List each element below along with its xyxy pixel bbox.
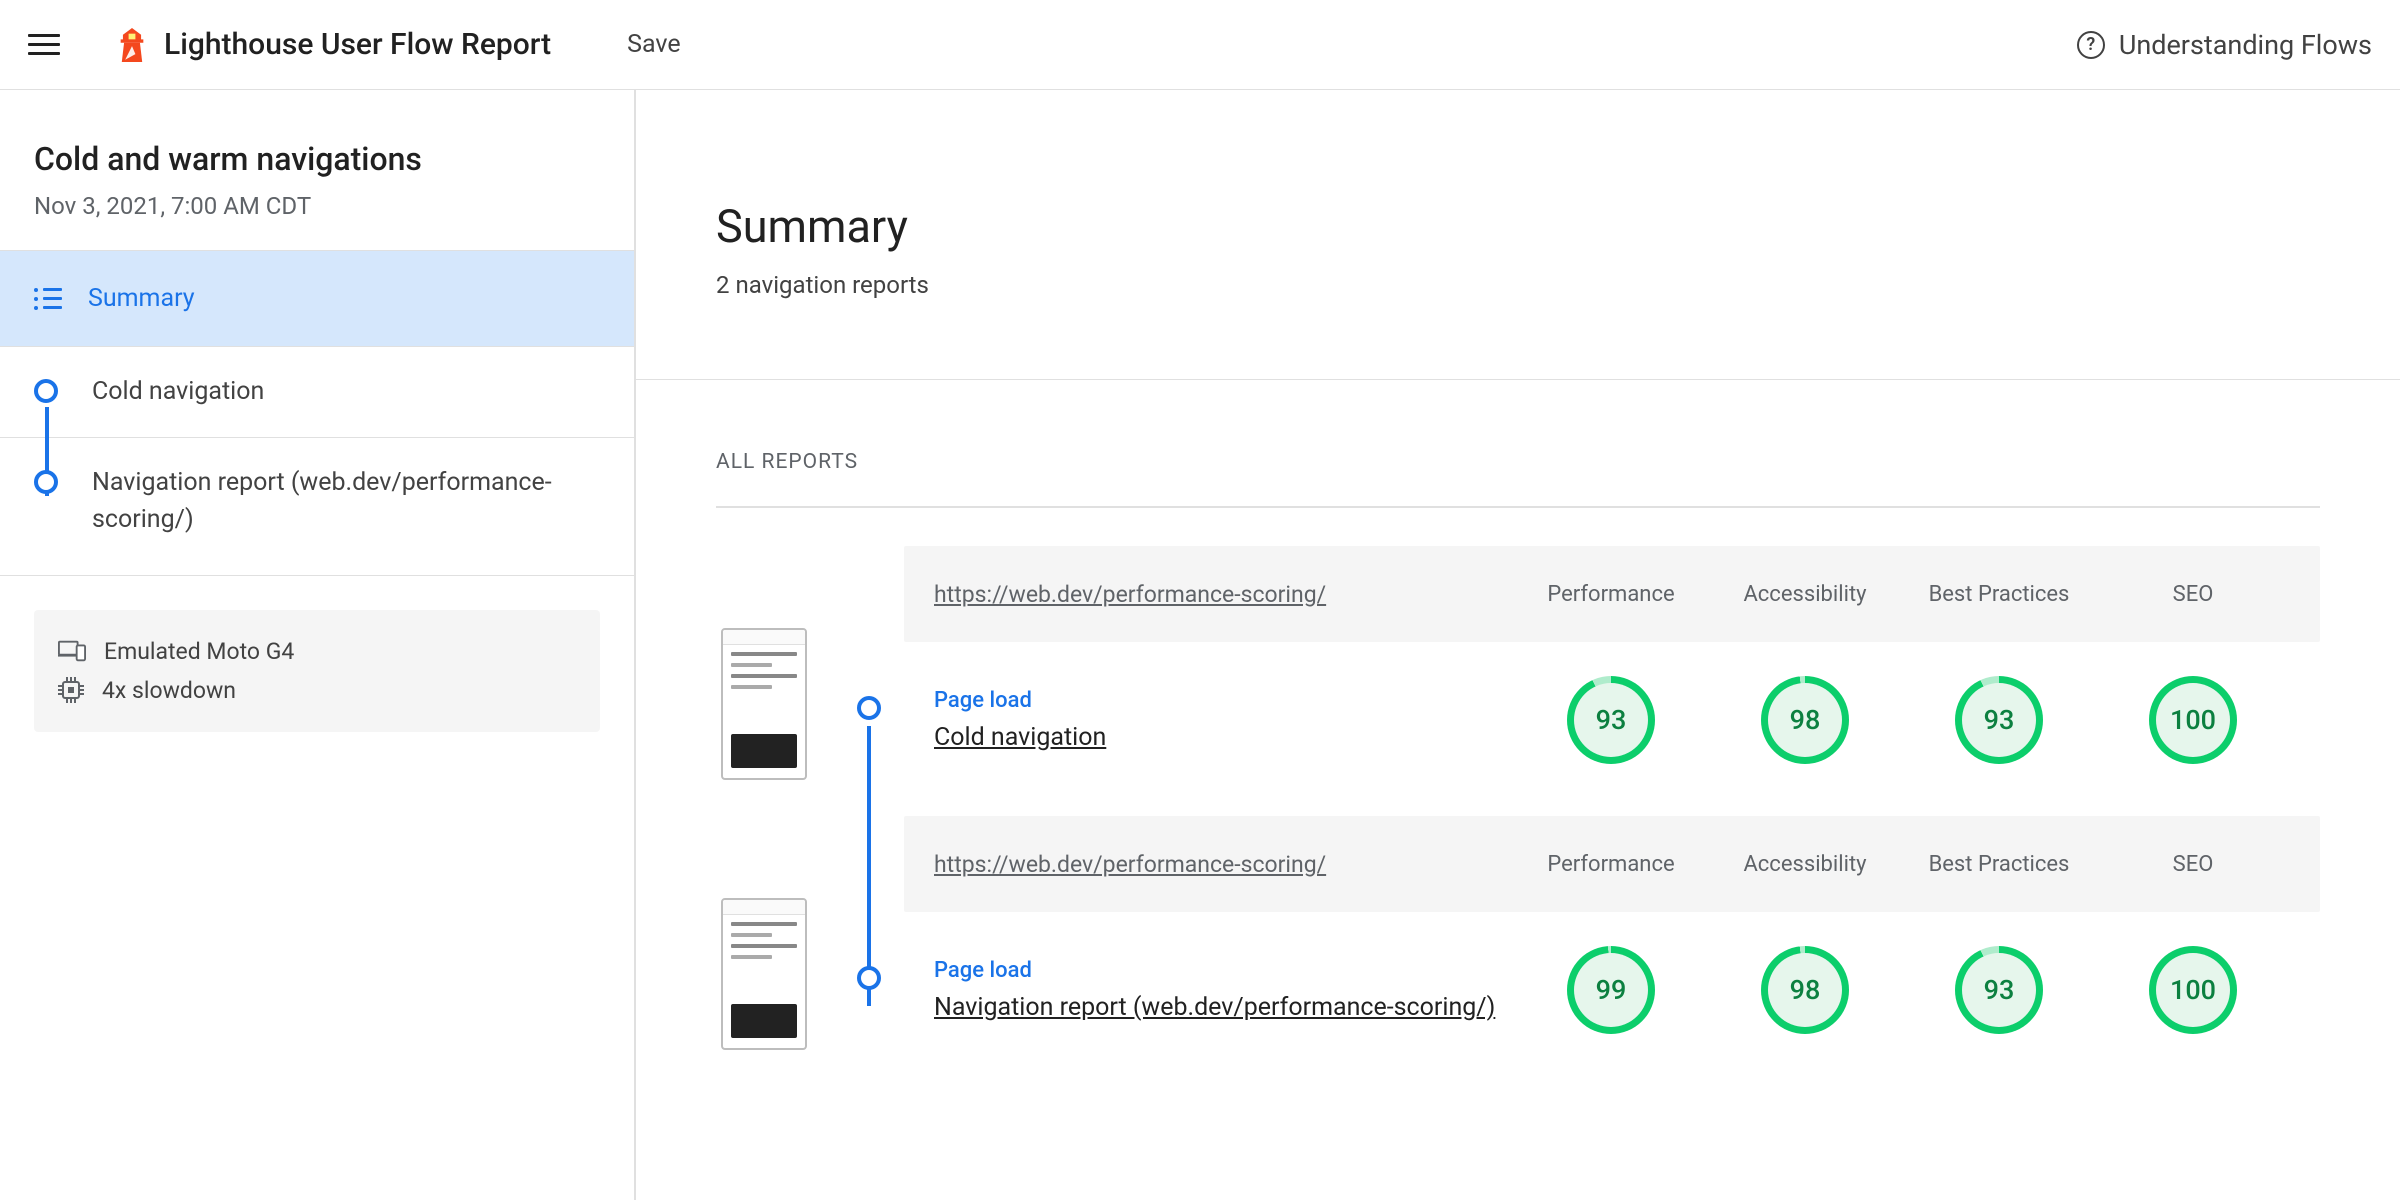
score-gauge[interactable]: 98 xyxy=(1761,676,1849,764)
score-gauge[interactable]: 99 xyxy=(1567,946,1655,1034)
score-gauge[interactable]: 98 xyxy=(1761,946,1849,1034)
sidebar-steps: Cold navigation Navigation report (web.d… xyxy=(0,347,634,576)
report-url-link[interactable]: https://web.dev/performance-scoring/ xyxy=(934,581,1514,608)
column-header-accessibility: Accessibility xyxy=(1708,582,1902,607)
topbar: Lighthouse User Flow Report Save ? Under… xyxy=(0,0,2400,90)
score-gauge[interactable]: 93 xyxy=(1567,676,1655,764)
app-logo-title: Lighthouse User Flow Report xyxy=(118,27,551,62)
report-url-link[interactable]: https://web.dev/performance-scoring/ xyxy=(934,851,1514,878)
report-data-row: Page load Cold navigation 93 98 93 100 xyxy=(904,642,2320,798)
step-marker-icon xyxy=(34,470,58,494)
main-header: Summary 2 navigation reports xyxy=(636,90,2400,379)
page-title: Summary xyxy=(716,200,2400,253)
score-gauge[interactable]: 93 xyxy=(1955,676,2043,764)
cpu-row: 4x slowdown xyxy=(58,671,576,710)
step-marker-icon xyxy=(34,379,58,403)
lighthouse-icon xyxy=(118,28,146,62)
score-gauge[interactable]: 93 xyxy=(1955,946,2043,1034)
sidebar-item-summary[interactable]: Summary xyxy=(0,251,634,347)
score-gauge[interactable]: 100 xyxy=(2149,676,2237,764)
device-row: Emulated Moto G4 xyxy=(58,632,576,671)
all-reports-heading: ALL REPORTS xyxy=(636,380,2400,506)
cpu-icon xyxy=(58,677,84,703)
timeline-marker-icon xyxy=(857,966,881,990)
column-header-seo: SEO xyxy=(2096,582,2290,607)
timeline-marker-icon xyxy=(857,696,881,720)
app-title: Lighthouse User Flow Report xyxy=(164,27,551,62)
step-name-link[interactable]: Cold navigation xyxy=(934,723,1106,752)
column-header-seo: SEO xyxy=(2096,852,2290,877)
devices-icon xyxy=(58,640,86,662)
help-link[interactable]: ? Understanding Flows xyxy=(2077,29,2372,61)
screenshot-thumbnail[interactable] xyxy=(721,898,807,1050)
step-name-link[interactable]: Navigation report (web.dev/performance-s… xyxy=(934,993,1495,1022)
main-content: Summary 2 navigation reports ALL REPORTS xyxy=(636,90,2400,1200)
flow-header: Cold and warm navigations Nov 3, 2021, 7… xyxy=(0,90,634,251)
column-header-performance: Performance xyxy=(1514,582,1708,607)
report-header-row: https://web.dev/performance-scoring/ Per… xyxy=(904,546,2320,642)
flow-date: Nov 3, 2021, 7:00 AM CDT xyxy=(34,192,600,220)
sidebar-step-label: Cold navigation xyxy=(92,373,264,411)
report-data-row: Page load Navigation report (web.dev/per… xyxy=(904,912,2320,1068)
cpu-label: 4x slowdown xyxy=(102,677,236,704)
sidebar-step-label: Navigation report (web.dev/performance-s… xyxy=(92,464,600,539)
sidebar-step[interactable]: Navigation report (web.dev/performance-s… xyxy=(0,438,634,576)
report-row: https://web.dev/performance-scoring/ Per… xyxy=(694,546,2320,798)
score-gauge[interactable]: 100 xyxy=(2149,946,2237,1034)
page-subtitle: 2 navigation reports xyxy=(716,271,2400,299)
column-header-best-practices: Best Practices xyxy=(1902,582,2096,607)
step-type-label: Page load xyxy=(934,688,1514,713)
device-label: Emulated Moto G4 xyxy=(104,638,294,665)
device-info: Emulated Moto G4 4x slowdown xyxy=(34,610,600,732)
sidebar-step[interactable]: Cold navigation xyxy=(0,347,634,438)
sidebar: Cold and warm navigations Nov 3, 2021, 7… xyxy=(0,90,636,1200)
report-header-row: https://web.dev/performance-scoring/ Per… xyxy=(904,816,2320,912)
column-header-best-practices: Best Practices xyxy=(1902,852,2096,877)
timeline-line xyxy=(867,726,871,1006)
report-row: https://web.dev/performance-scoring/ Per… xyxy=(694,816,2320,1068)
summary-list-icon xyxy=(34,288,62,310)
help-label: Understanding Flows xyxy=(2119,29,2372,61)
reports-table: https://web.dev/performance-scoring/ Per… xyxy=(636,508,2400,1068)
step-type-label: Page load xyxy=(934,958,1514,983)
screenshot-thumbnail[interactable] xyxy=(721,628,807,780)
column-header-accessibility: Accessibility xyxy=(1708,852,1902,877)
help-icon: ? xyxy=(2077,31,2105,59)
sidebar-summary-label: Summary xyxy=(88,284,195,313)
save-button[interactable]: Save xyxy=(627,30,680,59)
column-header-performance: Performance xyxy=(1514,852,1708,877)
hamburger-menu-icon[interactable] xyxy=(28,25,68,65)
flow-title: Cold and warm navigations xyxy=(34,140,600,178)
